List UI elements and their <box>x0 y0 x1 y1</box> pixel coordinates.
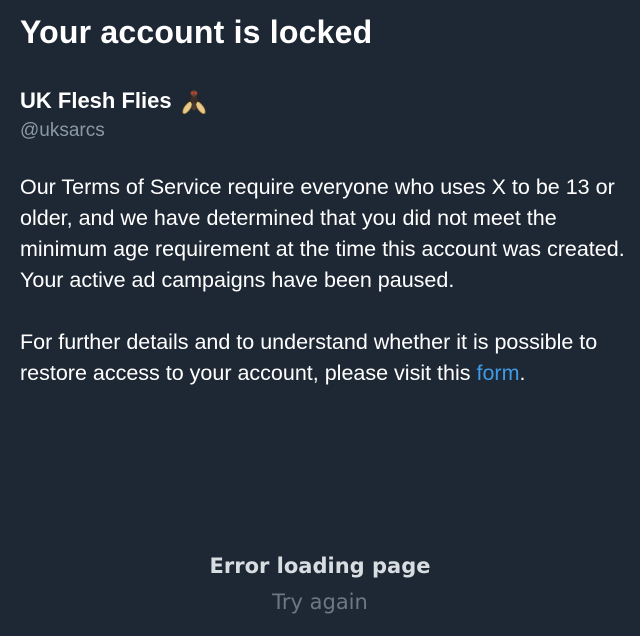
display-name: UK Flesh Flies <box>20 88 172 113</box>
error-panel: Error loading page Try again <box>0 548 640 618</box>
ad-campaign-notice: Your active ad campaigns have been pause… <box>20 268 455 292</box>
fly-icon <box>179 86 209 116</box>
profile-name-row: UK Flesh Flies <box>20 84 209 118</box>
terms-explanation: Our Terms of Service require everyone wh… <box>20 175 625 261</box>
error-title: Error loading page <box>209 554 431 578</box>
form-link[interactable]: form <box>477 361 520 385</box>
restore-instructions-end: . <box>519 361 526 385</box>
account-profile: UK Flesh Flies @uksarcs <box>20 84 209 144</box>
restore-instructions: For further details and to understand wh… <box>20 327 628 389</box>
page-title: Your account is locked <box>20 14 373 50</box>
account-handle: @uksarcs <box>20 120 105 141</box>
try-again-button[interactable]: Try again <box>272 586 368 618</box>
locked-account-screen: Your account is locked UK Flesh Flies @u… <box>0 0 640 636</box>
lock-message: Our Terms of Service require everyone wh… <box>20 172 628 389</box>
